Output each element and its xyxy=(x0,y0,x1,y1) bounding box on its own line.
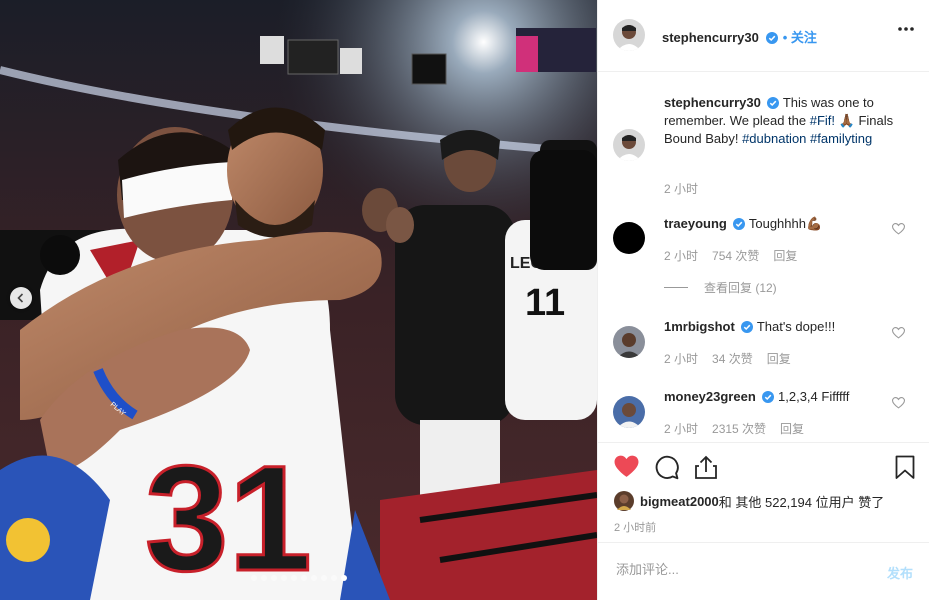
verified-icon xyxy=(733,218,746,230)
comment-timestamp[interactable]: 2 小时 xyxy=(664,422,698,436)
hashtag-link[interactable]: #familyting xyxy=(810,131,872,146)
comment-username[interactable]: traeyoung xyxy=(664,216,727,231)
caption-username[interactable]: stephencurry30 xyxy=(664,95,761,110)
carousel-dot xyxy=(330,575,337,581)
caption-timestamp[interactable]: 2 小时 xyxy=(664,182,698,196)
comment-avatar[interactable] xyxy=(613,326,645,358)
small-heart-icon[interactable] xyxy=(892,327,905,339)
comment-meta: 2 小时 754 次赞 回复 xyxy=(664,247,811,264)
photo-jersey-number-bg: 11 xyxy=(525,282,565,324)
comment-timestamp[interactable]: 2 小时 xyxy=(664,249,698,263)
carousel-dot xyxy=(290,575,297,581)
comments-section[interactable]: stephencurry30 This was one to remember.… xyxy=(598,72,929,441)
more-options-icon[interactable] xyxy=(897,26,915,32)
view-replies-button[interactable]: 查看回复 (12) xyxy=(664,279,777,296)
avatar-image xyxy=(613,396,645,428)
author-avatar[interactable] xyxy=(613,19,645,51)
post-header: stephencurry30 • 关注 xyxy=(598,0,929,72)
carousel-dot xyxy=(300,575,307,581)
hashtag-link[interactable]: #Fif! xyxy=(810,113,835,128)
author-username[interactable]: stephencurry30 xyxy=(662,30,759,45)
heart-filled-icon[interactable] xyxy=(614,455,639,478)
comment-text: Toughhhh💪🏾 xyxy=(748,216,823,231)
post-side-panel: stephencurry30 • 关注 stephencurry30 This … xyxy=(597,0,929,600)
post-time-ago[interactable]: 2 小时前 xyxy=(614,519,656,535)
carousel-dot xyxy=(260,575,267,581)
verified-icon xyxy=(766,32,779,44)
action-bar: bigmeat2000 和 其他 522,194 位用户 赞了 2 小时前 xyxy=(598,442,929,543)
carousel-dot-active xyxy=(340,575,347,581)
reply-button[interactable]: 回复 xyxy=(780,422,804,436)
comment-icon[interactable] xyxy=(654,455,679,480)
avatar-image xyxy=(613,326,645,358)
liker-username[interactable]: bigmeat2000 xyxy=(640,494,719,509)
follow-button[interactable]: • 关注 xyxy=(783,30,817,45)
hashtag-link[interactable]: #dubnation xyxy=(742,131,806,146)
comment-text: That's dope!!! xyxy=(756,319,836,334)
chevron-left-icon xyxy=(17,293,24,303)
reply-button[interactable]: 回复 xyxy=(767,352,791,366)
reply-button[interactable]: 回复 xyxy=(773,249,797,263)
comment: traeyoung Toughhhh💪🏾 xyxy=(664,215,889,233)
caption-avatar[interactable] xyxy=(613,129,645,161)
comment-like-count[interactable]: 34 次赞 xyxy=(712,352,753,366)
share-icon[interactable] xyxy=(694,455,718,480)
caption-meta: 2 小时 xyxy=(664,180,712,197)
small-heart-icon[interactable] xyxy=(892,223,905,235)
comment-like-count[interactable]: 754 次赞 xyxy=(712,249,759,263)
verified-icon xyxy=(762,391,775,403)
comment: money23green 1,2,3,4 Fifffff xyxy=(664,388,889,406)
view-replies-line xyxy=(664,287,688,288)
carousel-dot xyxy=(270,575,277,581)
comment-avatar[interactable] xyxy=(613,396,645,428)
comment-username[interactable]: money23green xyxy=(664,389,756,404)
comment-meta: 2 小时 2315 次赞 回复 xyxy=(664,420,818,437)
carousel-dot xyxy=(320,575,327,581)
carousel-dot xyxy=(250,575,257,581)
small-heart-icon[interactable] xyxy=(892,397,905,409)
caption: stephencurry30 This was one to remember.… xyxy=(664,94,909,148)
carousel-dot xyxy=(310,575,317,581)
comment-like-count[interactable]: 2315 次赞 xyxy=(712,422,766,436)
likes-count-text[interactable]: 和 其他 522,194 位用户 赞了 xyxy=(719,492,884,511)
comment-meta: 2 小时 34 次赞 回复 xyxy=(664,350,805,367)
previous-photo-button[interactable] xyxy=(10,287,32,309)
post-comment-button[interactable]: 发布 xyxy=(887,563,913,582)
post-photo[interactable]: 11 LEO 31 PLAY xyxy=(0,0,597,600)
verified-icon xyxy=(767,97,780,109)
carousel-dot xyxy=(280,575,287,581)
comment-input[interactable] xyxy=(614,561,868,578)
avatar-image xyxy=(613,129,645,161)
comment-timestamp[interactable]: 2 小时 xyxy=(664,352,698,366)
add-comment-bar: 发布 xyxy=(598,542,929,601)
likes-summary: bigmeat2000 和 其他 522,194 位用户 赞了 xyxy=(614,491,884,511)
comment-username[interactable]: 1mrbigshot xyxy=(664,319,735,334)
bookmark-icon[interactable] xyxy=(895,455,915,480)
avatar-image xyxy=(613,19,645,51)
view-replies-label: 查看回复 (12) xyxy=(704,281,777,295)
instagram-post-viewer: 11 LEO 31 PLAY stephencurry30 • 关注 steph… xyxy=(0,0,929,600)
comment: 1mrbigshot That's dope!!! xyxy=(664,318,889,336)
liker-avatar[interactable] xyxy=(614,491,634,511)
photo-illustration: 11 LEO 31 PLAY xyxy=(0,0,597,600)
comment-avatar[interactable] xyxy=(613,222,645,254)
comment-text: 1,2,3,4 Fifffff xyxy=(778,389,850,404)
header-user-line: stephencurry30 • 关注 xyxy=(662,27,817,47)
verified-icon xyxy=(741,321,754,333)
carousel-indicator xyxy=(0,575,597,581)
